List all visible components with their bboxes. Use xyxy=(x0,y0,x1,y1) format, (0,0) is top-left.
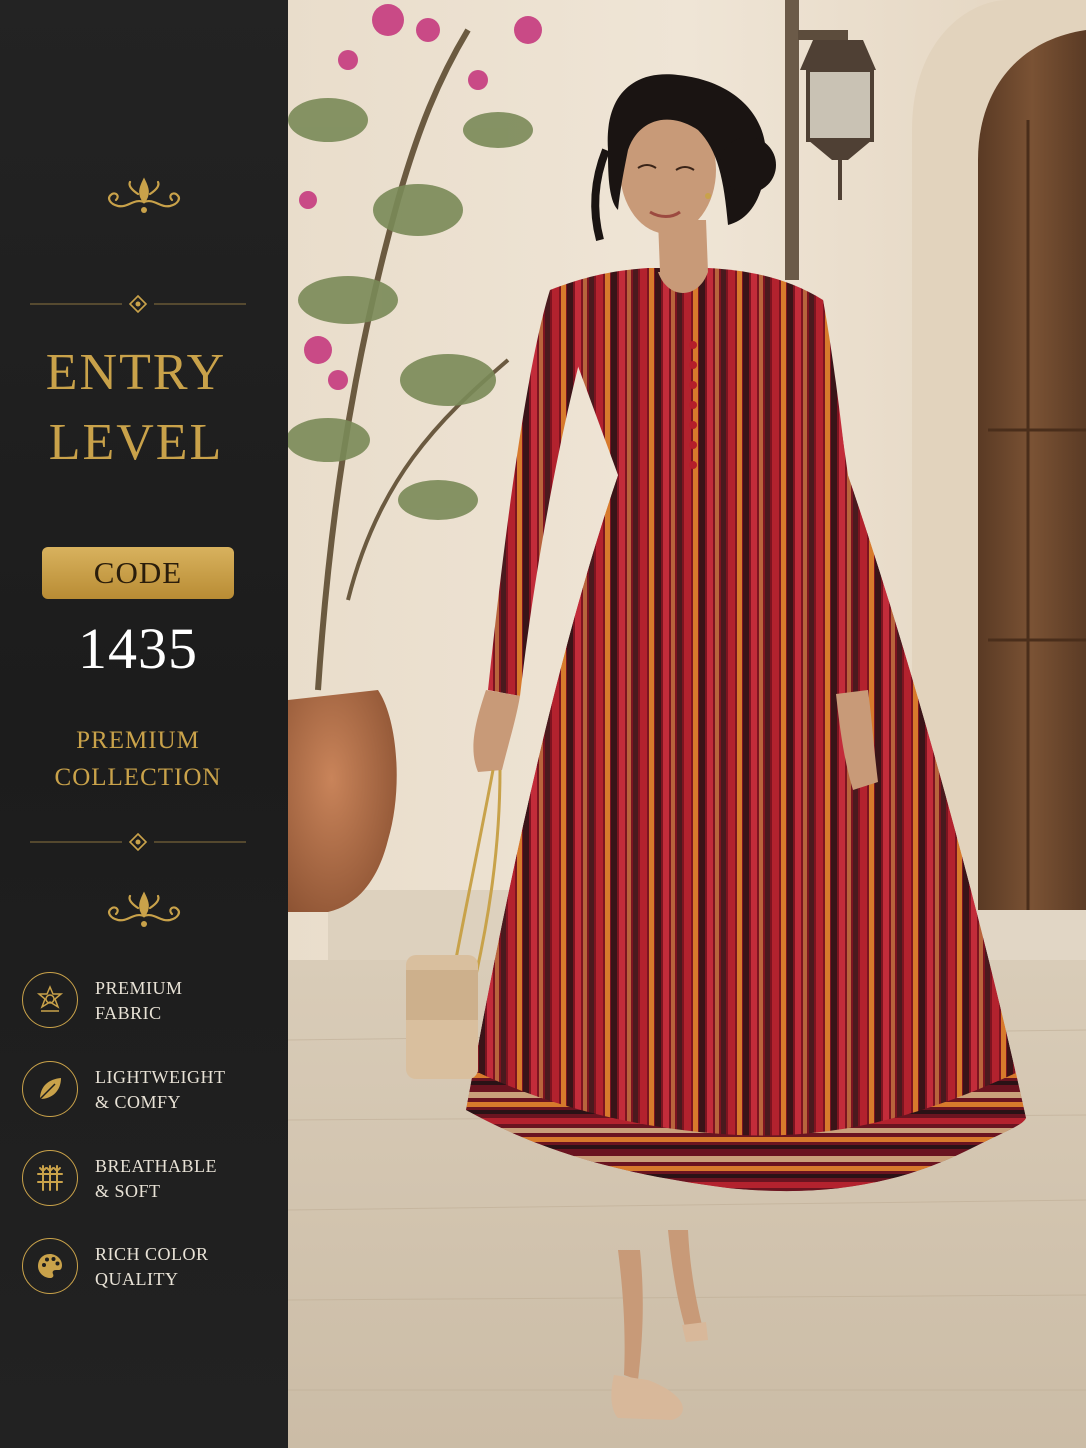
title-line-2: LEVEL xyxy=(48,414,224,471)
photo-illustration xyxy=(288,0,1086,1448)
feature-label: LIGHTWEIGHT & COMFY xyxy=(95,1065,285,1115)
feature-line-2: QUALITY xyxy=(95,1269,179,1289)
model-photo xyxy=(288,0,1086,1448)
divider-top-icon xyxy=(30,294,246,314)
feature-line-1: BREATHABLE xyxy=(95,1156,217,1176)
feature-premium-fabric: PREMIUM FABRIC xyxy=(22,972,282,1032)
feature-line-2: & COMFY xyxy=(95,1092,182,1112)
feature-lightweight: LIGHTWEIGHT & COMFY xyxy=(22,1061,282,1121)
feature-icon-circle xyxy=(22,1061,78,1117)
feature-label: RICH COLOR QUALITY xyxy=(95,1242,285,1292)
bottom-flourish-icon xyxy=(108,891,180,927)
feature-icon-circle xyxy=(22,1238,78,1294)
subtitle-line-2: COLLECTION xyxy=(54,764,222,791)
code-badge: CODE xyxy=(42,547,234,599)
product-poster: ENTRY LEVEL CODE 1435 PREMIUM COLLECTION xyxy=(0,0,1086,1448)
code-number: 1435 xyxy=(78,616,198,681)
info-panel: ENTRY LEVEL CODE 1435 PREMIUM COLLECTION xyxy=(0,0,288,1448)
feature-line-1: PREMIUM xyxy=(95,978,183,998)
feature-icon-circle xyxy=(22,1150,78,1206)
feature-line-1: RICH COLOR xyxy=(95,1244,209,1264)
feature-label: PREMIUM FABRIC xyxy=(95,976,285,1026)
collection-title: ENTRY LEVEL xyxy=(0,338,272,478)
feature-icon-circle xyxy=(22,972,78,1028)
title-line-1: ENTRY xyxy=(45,344,227,401)
divider-bottom-icon xyxy=(30,832,246,852)
top-flourish-icon xyxy=(108,177,180,213)
collection-subtitle: PREMIUM COLLECTION xyxy=(0,722,276,796)
feature-breathable: BREATHABLE & SOFT xyxy=(22,1150,282,1210)
feature-line-2: FABRIC xyxy=(95,1003,162,1023)
leaf-icon xyxy=(39,1078,61,1100)
weave-icon xyxy=(37,1165,63,1191)
feature-line-1: LIGHTWEIGHT xyxy=(95,1067,226,1087)
subtitle-line-1: PREMIUM xyxy=(76,727,200,754)
palette-icon xyxy=(38,1254,62,1278)
feature-line-2: & SOFT xyxy=(95,1181,161,1201)
feature-rich-color: RICH COLOR QUALITY xyxy=(22,1238,282,1298)
feature-label: BREATHABLE & SOFT xyxy=(95,1154,285,1204)
star-emblem-icon xyxy=(36,985,64,1012)
